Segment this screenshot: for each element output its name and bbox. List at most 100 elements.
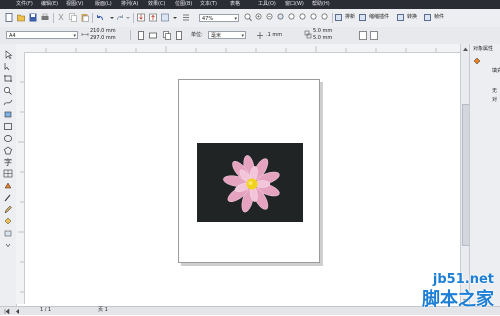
plugin-label: 缩缩插件 [369, 14, 390, 20]
new-document-icon[interactable] [5, 13, 13, 22]
frame-icon [424, 14, 431, 21]
copy-icon[interactable] [69, 13, 77, 22]
plugin-button[interactable]: 缩缩插件 [359, 13, 389, 22]
convert-button[interactable]: 转换 [397, 13, 417, 22]
rectangle-tool-icon[interactable] [3, 122, 13, 131]
ruler-ticks [18, 81, 24, 293]
nudge-icon [256, 31, 264, 40]
zoom-out-icon[interactable] [266, 13, 274, 22]
lotus-photo[interactable] [197, 143, 303, 222]
interactive-fill-tool-icon[interactable] [3, 181, 13, 190]
paper-size-combo[interactable]: A4 ▾ [6, 31, 78, 39]
polygon-tool-icon[interactable] [3, 146, 13, 155]
paper-width-field[interactable]: 210.0 mm [90, 28, 116, 35]
menu-text[interactable]: 文本(T) [200, 0, 217, 9]
shape-tool-icon[interactable] [3, 62, 13, 71]
previous-page-icon[interactable] [13, 307, 21, 316]
vertical-ruler[interactable] [16, 52, 25, 304]
dropdown-arrow-icon[interactable] [171, 13, 179, 22]
svg-text:字: 字 [4, 157, 12, 166]
menu-arrange[interactable]: 排列(A) [121, 0, 138, 9]
menu-effects[interactable]: 效果(C) [148, 0, 165, 9]
undo-icon[interactable] [96, 13, 104, 22]
zoom-all-icon[interactable] [288, 13, 296, 22]
fill-properties-icon[interactable] [473, 56, 481, 65]
menu-bar: 文件(F) 编辑(E) 视图(V) 版面(L) 排列(A) 效果(C) 位图(B… [0, 0, 500, 9]
zoom-width-icon[interactable] [310, 13, 318, 22]
pick-tool-icon[interactable] [3, 50, 13, 59]
application-launcher-icon[interactable] [161, 13, 169, 22]
zoom-selection-icon[interactable] [277, 13, 285, 22]
eyedropper-tool-icon[interactable] [3, 193, 13, 202]
zoom-height-icon[interactable] [321, 13, 329, 22]
current-page-icon[interactable] [175, 31, 183, 40]
menu-bitmaps[interactable]: 位图(B) [175, 0, 192, 9]
cut-icon[interactable] [57, 13, 65, 22]
crop-tool-icon[interactable] [3, 74, 13, 83]
units-combo[interactable]: 毫米 ▾ [208, 31, 246, 39]
duplicate-y-field[interactable]: 5.0 mm [313, 35, 332, 42]
paste-icon[interactable] [81, 13, 89, 22]
expand-toolbox-icon[interactable] [3, 241, 13, 250]
units-value: 毫米 [211, 33, 222, 39]
menu-edit[interactable]: 编辑(E) [41, 0, 58, 9]
ellipse-tool-icon[interactable] [3, 134, 13, 143]
text-tool-icon[interactable]: 字 [3, 157, 13, 166]
first-page-icon[interactable] [3, 307, 11, 316]
freehand-tool-icon[interactable] [3, 98, 13, 107]
page-tab[interactable]: 页 1 [98, 307, 108, 314]
zoom-in-icon[interactable] [255, 13, 263, 22]
fill-tool-icon[interactable] [3, 217, 13, 226]
units-settings-icon[interactable] [359, 31, 367, 40]
duplicate-distance-icon [304, 30, 312, 39]
object-properties-docker: 对象属性 填充 无 对 [469, 44, 500, 306]
convert-icon [397, 14, 404, 21]
zoom-level-combo[interactable]: 47% ▾ [199, 14, 239, 22]
chevron-down-icon: ▾ [234, 16, 237, 22]
welcome-screen-icon[interactable] [182, 13, 190, 22]
landscape-orientation-icon[interactable] [149, 31, 157, 40]
duplicate-x-field[interactable]: 5.0 mm [313, 28, 332, 35]
toolbar-separator [130, 30, 131, 40]
menu-table[interactable]: 表格 [230, 0, 240, 9]
smart-fill-tool-icon[interactable] [3, 110, 13, 119]
menu-window[interactable]: 窗口(W) [285, 0, 304, 9]
menu-file[interactable]: 文件(F) [16, 0, 33, 9]
outline-pen-tool-icon[interactable] [3, 205, 13, 214]
chevron-down-icon: ▾ [241, 33, 244, 39]
dropdown-arrow-icon[interactable] [124, 13, 132, 22]
dropdown-arrow-icon[interactable] [108, 13, 116, 22]
horizontal-ruler[interactable] [16, 44, 460, 53]
paper-height-field[interactable]: 297.0 mm [90, 35, 116, 42]
zoom-page-icon[interactable] [299, 13, 307, 22]
paste-new-button[interactable]: 排新 [335, 13, 355, 22]
scroll-up-icon[interactable] [462, 46, 469, 52]
menu-view[interactable]: 视图(V) [66, 0, 83, 9]
menu-layout[interactable]: 版面(L) [95, 0, 112, 9]
toolbar-separator [92, 13, 93, 23]
nudge-distance-field[interactable]: .1 mm [266, 32, 282, 39]
toolbar-separator [53, 13, 54, 23]
page-count: 1 / 1 [40, 307, 52, 313]
export-icon[interactable] [149, 13, 157, 22]
portrait-orientation-icon[interactable] [137, 31, 145, 40]
print-icon[interactable] [41, 13, 49, 22]
table-tool-icon[interactable] [3, 169, 13, 178]
zoom-tool-icon[interactable] [3, 86, 13, 95]
import-icon[interactable] [137, 13, 145, 22]
all-pages-icon[interactable] [163, 31, 171, 40]
options-icon[interactable] [370, 31, 378, 40]
width-icon [81, 30, 89, 39]
property-bar: A4 ▾ 210.0 mm 297.0 mm 单位: 毫米 ▾ .1 mm 5.… [0, 27, 500, 45]
save-icon[interactable] [29, 13, 37, 22]
interactive-tool-icon[interactable] [3, 229, 13, 238]
menu-tools[interactable]: 工具(O) [258, 0, 276, 9]
frame-button[interactable]: 帧件 [424, 13, 444, 22]
menu-help[interactable]: 帮助(H) [312, 0, 330, 9]
ruler-ticks [45, 46, 437, 52]
docker-line-fill: 填充 [492, 68, 500, 74]
open-folder-icon[interactable] [17, 13, 25, 22]
zoom-in-icon[interactable] [244, 13, 252, 22]
lotus-flower-image [197, 143, 303, 222]
redo-icon[interactable] [116, 13, 124, 22]
